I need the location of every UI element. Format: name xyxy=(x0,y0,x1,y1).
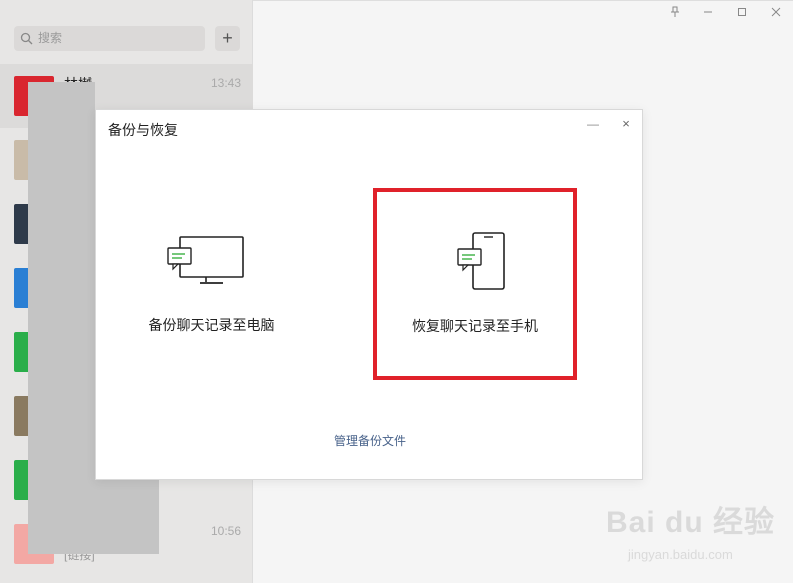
search-placeholder: 搜索 xyxy=(38,31,63,45)
title-bar-border xyxy=(253,0,793,1)
chat-time: 10:56 xyxy=(210,524,241,538)
restore-option-label: 恢复聊天记录至手机 xyxy=(412,318,538,334)
watermark-logo-text: Bai du 经验 xyxy=(606,506,776,539)
search-icon xyxy=(20,32,33,45)
dialog-minimize-button[interactable]: — xyxy=(585,116,601,132)
restore-to-phone-option[interactable]: 恢复聊天记录至手机 xyxy=(373,188,577,380)
minimize-icon[interactable] xyxy=(699,6,717,22)
search-input[interactable]: 搜索 xyxy=(14,26,205,51)
phone-chat-icon xyxy=(457,232,505,290)
add-chat-button[interactable]: + xyxy=(215,26,240,51)
chat-time: 13:43 xyxy=(210,76,241,90)
manage-backup-files-link[interactable]: 管理备份文件 xyxy=(96,432,644,449)
backup-option-label: 备份聊天记录至电脑 xyxy=(148,317,275,333)
computer-chat-icon xyxy=(167,236,244,284)
watermark: Bai du 经验 jingyan.baidu.com xyxy=(606,497,786,571)
maximize-icon[interactable] xyxy=(733,6,751,22)
close-icon[interactable] xyxy=(767,6,785,22)
backup-restore-dialog: 备份与恢复 — × 备份聊天记录至电脑 恢复聊天记录至手机 管理备份文件 xyxy=(95,109,643,480)
watermark-domain: jingyan.baidu.com xyxy=(628,547,733,562)
dialog-title: 备份与恢复 xyxy=(108,122,178,138)
dialog-close-button[interactable]: × xyxy=(618,116,634,132)
backup-to-computer-option[interactable]: 备份聊天记录至电脑 xyxy=(109,190,314,380)
pin-icon[interactable] xyxy=(666,6,684,22)
